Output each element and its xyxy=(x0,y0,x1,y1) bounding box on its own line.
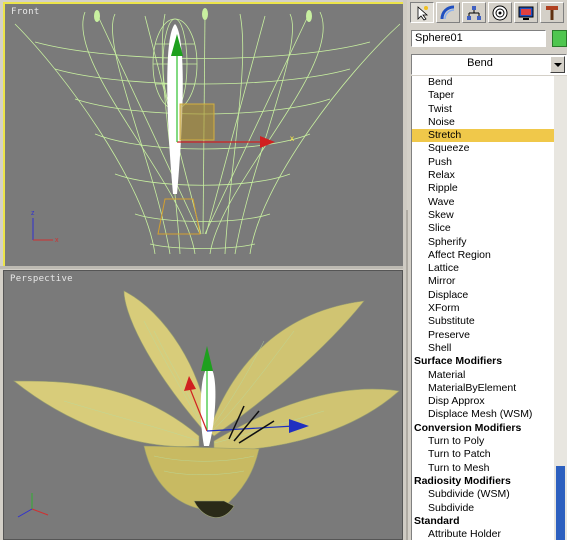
modifier-section-header: Surface Modifiers xyxy=(414,355,503,368)
modifier-list-item[interactable]: Spherify xyxy=(412,236,555,249)
utilities-icon xyxy=(546,6,558,20)
modifier-list-item[interactable]: Preserve xyxy=(412,329,555,342)
viewport-label-perspective[interactable]: Perspective xyxy=(10,274,73,284)
chevron-down-icon[interactable] xyxy=(550,56,565,73)
modifier-list-item[interactable]: XForm xyxy=(412,302,555,315)
motion-icon xyxy=(492,5,508,21)
modifier-list-item[interactable]: Disp Approx xyxy=(412,395,555,408)
object-name-field[interactable]: Sphere01 xyxy=(411,30,546,47)
hierarchy-tab[interactable] xyxy=(462,2,486,23)
modifier-list-item[interactable]: Subdivide xyxy=(412,502,555,515)
modifier-list-item[interactable]: Squeeze xyxy=(412,142,555,155)
modifier-list-item[interactable]: Skew xyxy=(412,209,555,222)
modifier-list-item[interactable]: Shell xyxy=(412,342,555,355)
modifier-list-item[interactable]: Displace Mesh (WSM) xyxy=(412,408,555,421)
modifier-list-item[interactable]: Turn to Mesh xyxy=(412,462,555,475)
modifier-list-item[interactable]: Turn to Poly xyxy=(412,435,555,448)
modifier-list-item[interactable]: Noise xyxy=(412,116,555,129)
modifier-list-item[interactable]: Turn to Patch xyxy=(412,448,555,461)
front-viewport[interactable]: x z x Front xyxy=(3,2,405,268)
modifier-list-item[interactable]: Subdivide (WSM) xyxy=(412,488,555,501)
viewport-splitter[interactable] xyxy=(0,266,405,269)
modifier-list-item[interactable]: Mirror xyxy=(412,275,555,288)
svg-text:x: x xyxy=(55,237,59,244)
utilities-tab[interactable] xyxy=(540,2,564,23)
modifier-list-dropdown[interactable]: Bend xyxy=(411,54,567,75)
modifier-list-item[interactable]: Taper xyxy=(412,89,555,102)
modifier-list-item[interactable]: Substitute xyxy=(412,315,555,328)
modifier-list-item[interactable]: Affect Region xyxy=(412,249,555,262)
svg-text:z: z xyxy=(31,210,35,217)
object-color-swatch[interactable] xyxy=(552,30,567,47)
perspective-flower xyxy=(13,290,400,518)
display-icon xyxy=(518,6,534,20)
modifier-section-header: Radiosity Modifiers xyxy=(414,474,511,487)
modifier-list-item[interactable]: Material xyxy=(412,369,555,382)
hierarchy-icon xyxy=(467,6,481,20)
modifier-section-header: Conversion Modifiers xyxy=(414,421,522,434)
modifier-list-scrollbar[interactable] xyxy=(554,76,567,540)
modifier-list-item[interactable]: Attribute Holder xyxy=(412,528,555,540)
modifier-list-item[interactable]: Twist xyxy=(412,103,555,116)
modifier-dropdown-value: Bend xyxy=(467,57,493,69)
modifier-list-item[interactable]: MaterialByElement xyxy=(412,382,555,395)
command-panel-tabs xyxy=(408,0,567,26)
modifier-list-item[interactable]: Relax xyxy=(412,169,555,182)
modify-tab[interactable] xyxy=(436,2,460,23)
modifier-section-header: Standard xyxy=(414,514,460,527)
modifier-list[interactable]: Bend Taper Twist Noise Stretch Squeeze Push Rel… xyxy=(411,76,555,540)
modifier-list-item[interactable]: Slice xyxy=(412,222,555,235)
modifier-list-item[interactable]: Push xyxy=(412,156,555,169)
modify-icon xyxy=(440,5,455,20)
front-wireframe-flower: x z x xyxy=(14,8,401,255)
scrollbar-thumb[interactable] xyxy=(556,466,565,540)
create-icon xyxy=(417,6,429,21)
display-tab[interactable] xyxy=(514,2,538,23)
command-panel: Sphere01 Bend Bend Taper Twist Noise Stretch… xyxy=(408,0,567,540)
modifier-list-item[interactable]: Stretch xyxy=(412,129,555,143)
modifier-list-item[interactable]: Displace xyxy=(412,289,555,302)
create-tab[interactable] xyxy=(410,2,434,23)
gizmo-x-label: x xyxy=(290,134,294,143)
modifier-list-item[interactable]: Wave xyxy=(412,196,555,209)
perspective-viewport[interactable]: Perspective xyxy=(3,270,403,540)
modifier-list-item[interactable]: Ripple xyxy=(412,182,555,195)
modifier-list-item[interactable]: Lattice xyxy=(412,262,555,275)
viewport-label-front[interactable]: Front xyxy=(11,7,40,17)
modifier-list-item[interactable]: Bend xyxy=(412,76,555,89)
motion-tab[interactable] xyxy=(488,2,512,23)
